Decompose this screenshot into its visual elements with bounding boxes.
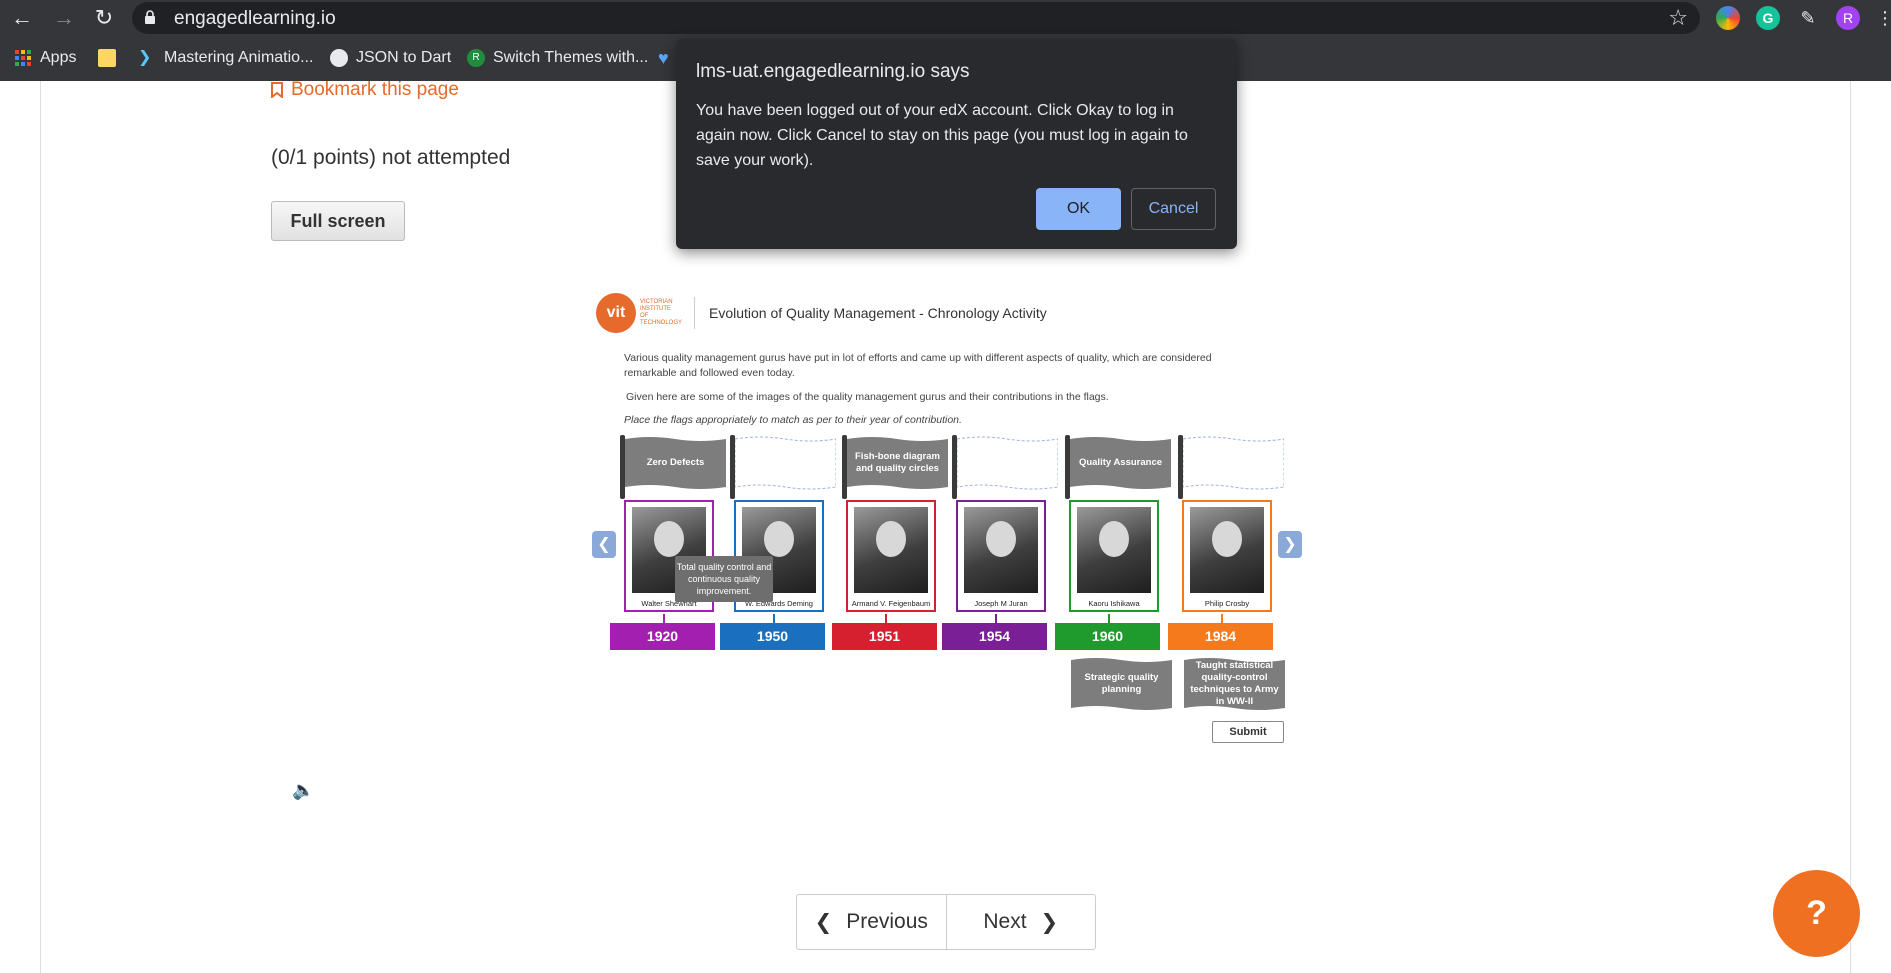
sound-speaker-icon[interactable]: 🔈 — [292, 780, 314, 801]
flag-slot[interactable]: Zero Defects — [620, 435, 726, 499]
vit-logo: vit — [596, 293, 636, 333]
alert-dialog: lms-uat.engagedlearning.io says You have… — [676, 39, 1237, 249]
year-label: 1954 — [942, 614, 1047, 650]
pool-flag-text: Strategic quality planning — [1084, 672, 1159, 695]
forward-arrow-icon[interactable]: → — [50, 4, 78, 32]
guru-name: Kaoru Ishikawa — [1088, 599, 1140, 608]
puzzle-extensions-icon[interactable]: ✎ — [1796, 6, 1820, 30]
previous-slide-arrow-icon[interactable]: ❮ — [592, 531, 616, 558]
guru-name: Joseph M Juran — [974, 599, 1028, 608]
flag-slot[interactable] — [1178, 435, 1284, 499]
guru-name: Philip Crosby — [1204, 599, 1250, 608]
flag-slot[interactable] — [730, 435, 836, 499]
flag-slot[interactable]: Fish-bone diagram and quality circles — [842, 435, 948, 499]
lock-icon — [145, 10, 155, 24]
cancel-button[interactable]: Cancel — [1131, 188, 1216, 230]
bookmark-ribbon-icon — [271, 82, 283, 98]
grammarly-icon[interactable]: G — [1756, 6, 1780, 30]
url-text: engagedlearning.io — [174, 8, 336, 29]
year-label: 1960 — [1055, 614, 1160, 650]
apps-grid-icon — [15, 50, 31, 66]
bookmark-label: Switch Themes with... — [493, 49, 649, 66]
guru-card: Philip Crosby — [1182, 500, 1272, 612]
full-screen-button[interactable]: Full screen — [271, 201, 405, 241]
next-slide-arrow-icon[interactable]: ❯ — [1278, 531, 1302, 558]
year-label: 1984 — [1168, 614, 1273, 650]
year-label: 1920 — [610, 614, 715, 650]
r-badge-icon: R — [467, 49, 485, 67]
activity-description-2: Given here are some of the images of the… — [626, 391, 1109, 403]
dialog-title: lms-uat.engagedlearning.io says — [696, 61, 970, 82]
year-label: 1950 — [720, 614, 825, 650]
bookmark-mastering-animation[interactable]: ❯ Mastering Animatio... — [138, 49, 313, 67]
vit-logo-text: VICTORIAN INSTITUTE OF TECHNOLOGY — [640, 299, 683, 326]
back-arrow-icon[interactable]: ← — [8, 4, 36, 32]
bookmark-label: JSON to Dart — [356, 49, 452, 66]
guru-name: Armand V. Feigenbaum — [851, 599, 931, 608]
unit-navigation: ❮ Previous Next ❯ — [796, 894, 1096, 950]
flag-text — [957, 435, 1058, 491]
bookmark-apps[interactable]: Apps — [14, 49, 76, 67]
bookmark-page-link[interactable]: Bookmark this page — [271, 79, 459, 101]
bookmark-label: Apps — [40, 49, 77, 66]
points-status: (0/1 points) not attempted — [271, 146, 511, 169]
reload-icon[interactable]: ↻ — [90, 4, 118, 32]
star-bookmark-icon[interactable]: ☆ — [1668, 5, 1688, 31]
guru-photo — [964, 507, 1038, 593]
activity-instruction: Place the flags appropriately to match a… — [624, 414, 962, 426]
submit-button[interactable]: Submit — [1212, 721, 1284, 743]
activity-header: vit VICTORIAN INSTITUTE OF TECHNOLOGY Ev… — [596, 293, 1047, 333]
flag-slot[interactable]: Quality Assurance — [1065, 435, 1171, 499]
chevron-left-icon: ❮ — [814, 910, 833, 934]
dialog-message: You have been logged out of your edX acc… — [696, 102, 1188, 169]
bookmark-label: Mastering Animatio... — [164, 49, 314, 66]
bookmark-json-to-dart[interactable]: JSON to Dart — [330, 49, 451, 67]
flag-text: Fish-bone diagram and quality circles — [855, 451, 940, 474]
flag-tooltip-total-quality[interactable]: Total quality control and continuous qua… — [675, 556, 773, 602]
note-icon — [98, 49, 116, 67]
guru-card: Armand V. Feigenbaum — [846, 500, 936, 612]
year-label: 1951 — [832, 614, 937, 650]
flag-text: Quality Assurance — [1078, 457, 1163, 468]
help-button[interactable]: ? — [1773, 870, 1860, 957]
flag-text — [1183, 435, 1284, 491]
menu-kebab-icon[interactable]: ⋮ — [1876, 6, 1891, 30]
globe-icon — [330, 49, 348, 67]
heart-icon: ♥ — [658, 48, 669, 68]
address-bar[interactable]: engagedlearning.io ☆ — [132, 2, 1700, 34]
guru-photo — [1077, 507, 1151, 593]
next-label: Next — [983, 910, 1027, 933]
activity-description: Various quality management gurus have pu… — [624, 352, 1212, 379]
activity-title: Evolution of Quality Management - Chrono… — [709, 305, 1047, 321]
guru-photo — [854, 507, 928, 593]
flag-text: Zero Defects — [646, 457, 705, 468]
bookmark-note[interactable] — [98, 49, 116, 67]
guru-card: Joseph M Juran — [956, 500, 1046, 612]
chevron-right-icon: ❯ — [1040, 910, 1059, 934]
pool-flag-text: Taught statistical quality-control techn… — [1190, 660, 1279, 707]
next-button[interactable]: Next ❯ — [945, 895, 1096, 949]
chrome-extension-icon[interactable] — [1716, 6, 1740, 30]
bookmark-heart[interactable]: ♥ — [658, 49, 676, 67]
flag-text — [735, 435, 836, 491]
previous-button[interactable]: ❮ Previous — [797, 895, 946, 949]
chronology-activity: vit VICTORIAN INSTITUTE OF TECHNOLOGY Ev… — [592, 287, 1302, 747]
bookmark-page-label: Bookmark this page — [291, 79, 459, 100]
flag-slot[interactable] — [952, 435, 1058, 499]
profile-avatar[interactable]: R — [1836, 6, 1860, 30]
guru-card: Kaoru Ishikawa — [1069, 500, 1159, 612]
pool-flag[interactable]: Taught statistical quality-control techn… — [1179, 656, 1285, 716]
ok-button[interactable]: OK — [1036, 188, 1121, 230]
guru-photo — [1190, 507, 1264, 593]
previous-label: Previous — [846, 910, 928, 933]
bookmark-switch-themes[interactable]: R Switch Themes with... — [467, 49, 648, 67]
flutter-icon: ❯ — [138, 49, 152, 66]
pool-flag[interactable]: Strategic quality planning — [1066, 656, 1172, 716]
header-divider — [694, 297, 695, 329]
